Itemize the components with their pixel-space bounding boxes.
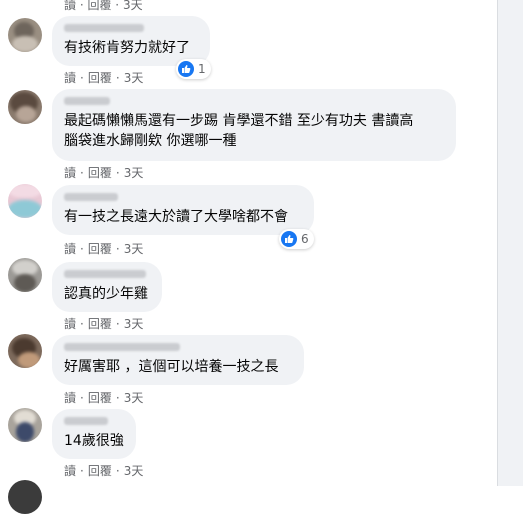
commenter-name[interactable]: [64, 24, 144, 32]
timestamp: 3天: [123, 464, 144, 478]
reaction-number: 6: [301, 232, 309, 246]
avatar[interactable]: [8, 18, 42, 52]
comment-text: 最起碼懶懶馬還有一步踢 肯學還不錯 至少有功夫 書讀高 腦袋進水歸剛欸 你選哪一…: [64, 113, 414, 149]
scrollbar-track[interactable]: [497, 0, 523, 486]
like-icon: [281, 231, 297, 247]
commenter-name[interactable]: [64, 97, 110, 105]
timestamp: 3天: [123, 71, 144, 85]
avatar[interactable]: [8, 408, 42, 442]
comment-bubble: 有一技之長遠大於讀了大學啥都不會: [52, 185, 314, 235]
timestamp: 3天: [123, 242, 144, 256]
reply-link[interactable]: 回覆: [88, 464, 112, 478]
comment-actions: 讀 · 回覆 · 3天: [64, 242, 144, 256]
timestamp: 3天: [123, 317, 144, 331]
read-link[interactable]: 讀: [64, 166, 76, 180]
commenter-name[interactable]: [64, 193, 118, 201]
read-link[interactable]: 讀: [64, 71, 76, 85]
commenter-name[interactable]: [64, 417, 108, 425]
timestamp: 3天: [122, 0, 143, 12]
avatar[interactable]: [8, 334, 42, 368]
avatar[interactable]: [8, 480, 42, 514]
comment-bubble: 14歲很強: [52, 409, 136, 459]
previous-comment-actions: 讀 · 回覆 · 3天: [64, 0, 143, 12]
timestamp: 3天: [123, 391, 144, 405]
read-link[interactable]: 讀: [64, 242, 76, 256]
comment-actions: 讀 · 回覆 · 3天: [64, 166, 144, 180]
comment-text: 有一技之長遠大於讀了大學啥都不會: [64, 209, 288, 225]
comment-actions: 讀 · 回覆 · 3天: [64, 391, 144, 405]
reaction-count[interactable]: 1: [176, 59, 211, 79]
comment-bubble: 認真的少年雞: [52, 262, 162, 312]
avatar[interactable]: [8, 184, 42, 218]
comment-text: 14歲很強: [64, 433, 124, 449]
read-link[interactable]: 讀: [64, 317, 76, 331]
read-link[interactable]: 讀: [64, 0, 76, 12]
scrollbar-divider: [497, 0, 498, 486]
comment-bubble: 好厲害耶 ，這個可以培養一技之長: [52, 335, 304, 385]
timestamp: 3天: [123, 166, 144, 180]
read-link[interactable]: 讀: [64, 464, 76, 478]
avatar[interactable]: [8, 90, 42, 124]
reply-link[interactable]: 回覆: [88, 166, 112, 180]
reaction-number: 1: [198, 62, 206, 76]
avatar[interactable]: [8, 258, 42, 292]
comment-actions: 讀 · 回覆 · 3天: [64, 317, 144, 331]
comment-bubble: 最起碼懶懶馬還有一步踢 肯學還不錯 至少有功夫 書讀高 腦袋進水歸剛欸 你選哪一…: [52, 89, 456, 161]
like-icon: [178, 61, 194, 77]
comment-actions: 讀 · 回覆 · 3天: [64, 464, 144, 478]
commenter-name[interactable]: [64, 270, 146, 278]
reply-link[interactable]: 回覆: [87, 0, 111, 12]
reply-link[interactable]: 回覆: [88, 242, 112, 256]
comment-text: 好厲害耶 ，這個可以培養一技之長: [64, 359, 279, 375]
comment-text: 認真的少年雞: [64, 286, 148, 302]
commenter-name[interactable]: [64, 343, 180, 351]
reaction-count[interactable]: 6: [279, 229, 314, 249]
comment-text: 有技術肯努力就好了: [64, 40, 190, 56]
reply-link[interactable]: 回覆: [88, 391, 112, 405]
reply-link[interactable]: 回覆: [88, 71, 112, 85]
read-link[interactable]: 讀: [64, 391, 76, 405]
comment-actions: 讀 · 回覆 · 3天: [64, 71, 144, 85]
reply-link[interactable]: 回覆: [88, 317, 112, 331]
